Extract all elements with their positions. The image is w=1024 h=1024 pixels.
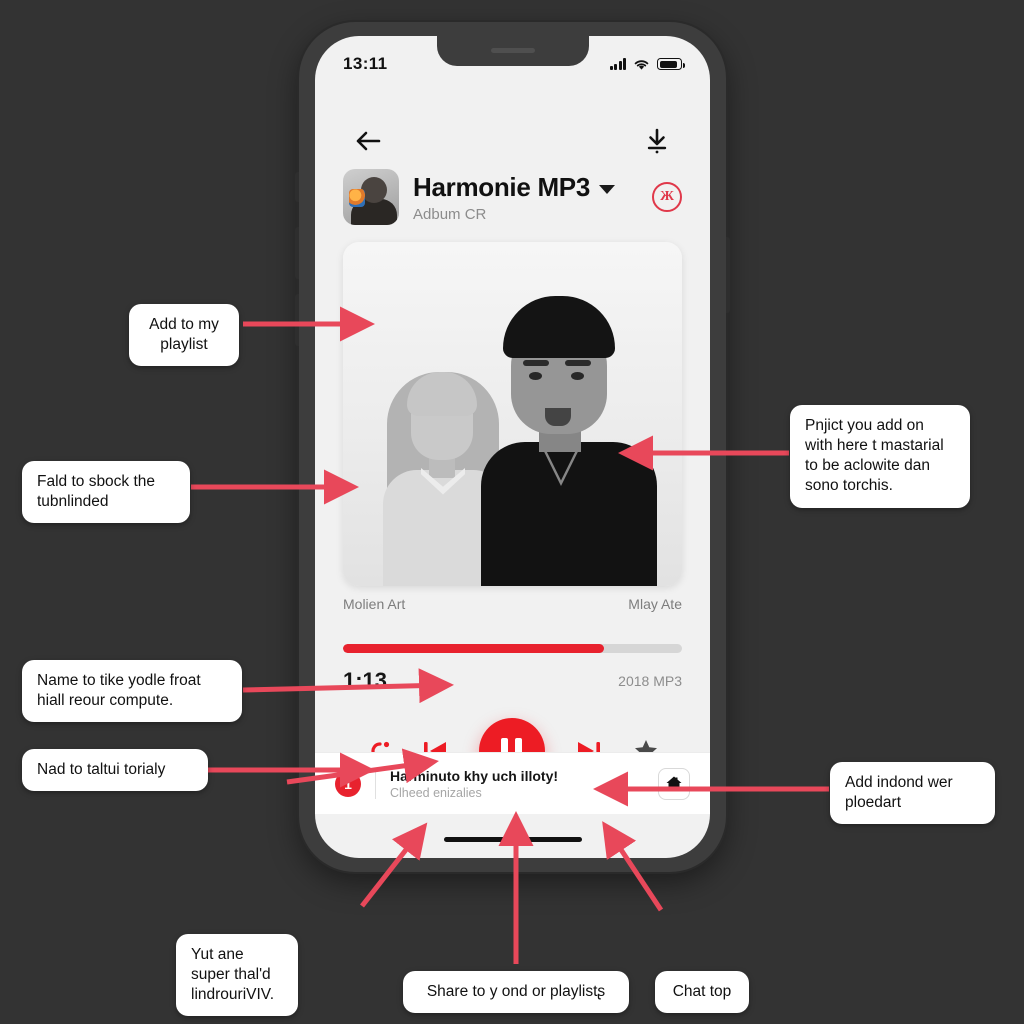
callout-add-to-my-playlist: Add to my playlist: [129, 304, 239, 367]
title-line: Harmonie MP3: [413, 172, 638, 203]
now-playing-text: Harminuto khy uch illoty! Clheed enizali…: [390, 768, 644, 800]
phone-button-volume-down[interactable]: [295, 294, 299, 346]
callout-add-indond-wer: Add indond wer ploedart: [830, 762, 995, 825]
callout-nad-to-talt: Nad to taltui torialy: [22, 749, 208, 792]
callout-share-to-playlist: Share to y ond or playlistʂ: [403, 971, 629, 1014]
download-icon[interactable]: [640, 124, 674, 158]
artwork-person-right: [481, 296, 657, 586]
status-time: 13:11: [343, 54, 388, 73]
avatar-flower-decoration: [349, 189, 365, 207]
earpiece-speaker: [490, 48, 535, 53]
page-title: Harmonie MP3: [413, 171, 591, 202]
format-label: 2018 MP3: [618, 673, 682, 689]
current-time: 1:13: [343, 668, 388, 693]
callout-fald-to-sbock: Fald to sbock the tubnlinded: [22, 461, 190, 524]
callout-name-to-tike: Name to tike yodle froat hiall reour com…: [22, 660, 242, 723]
arrow-left-icon[interactable]: [351, 124, 385, 158]
time-row: 1:13 2018 MP3: [343, 668, 682, 694]
progress-bar[interactable]: [343, 644, 682, 653]
callout-yut-ane-super: Yut ane super thal'd lindrouriVIV.: [176, 934, 298, 1017]
track-header: Harmonie MP3 Adbum CR Ж: [315, 169, 710, 225]
progress-fill: [343, 644, 605, 653]
now-playing-subtitle: Clheed enizalies: [390, 785, 482, 800]
wifi-icon: [634, 59, 649, 70]
signal-bars-icon: [609, 58, 626, 70]
album-subtitle: Adbum CR: [413, 205, 487, 223]
status-badge[interactable]: Ж: [652, 182, 682, 212]
status-icons: [609, 58, 685, 71]
now-playing-bar[interactable]: 1 Harminuto khy uch illoty! Clheed eniza…: [315, 752, 710, 814]
callout-pnjict-you-add: Pnjict you add on with here t mastarial …: [790, 405, 970, 508]
phone-button-silent[interactable]: [295, 172, 299, 202]
meta-left-label: Molien Art: [343, 596, 406, 612]
album-artwork[interactable]: [343, 242, 682, 586]
title-column: Harmonie MP3 Adbum CR: [413, 172, 638, 223]
home-icon[interactable]: [658, 767, 690, 800]
phone-button-volume-up[interactable]: [295, 227, 299, 279]
phone-frame: 13:11 Harmonie MP3 Adbum CR Ж Molien Art…: [295, 22, 730, 872]
meta-right-label: Mlay Ate: [628, 596, 682, 612]
home-indicator: [443, 836, 582, 842]
screenshot-root: 13:11 Harmonie MP3 Adbum CR Ж Molien Art…: [0, 0, 1024, 1024]
track-meta-row: Molien Art Mlay Ate: [343, 596, 682, 612]
nav-row: [315, 124, 710, 158]
divider: [375, 768, 376, 799]
notch: [436, 36, 589, 66]
notification-count-badge: 1: [335, 770, 361, 797]
artist-avatar[interactable]: [343, 169, 399, 225]
battery-icon: [657, 58, 685, 70]
now-playing-title: Harminuto khy uch illoty!: [390, 767, 559, 784]
phone-screen: 13:11 Harmonie MP3 Adbum CR Ж Molien Art…: [315, 36, 710, 858]
callout-chat-top: Chat top: [655, 971, 749, 1014]
chevron-down-icon[interactable]: [599, 184, 616, 194]
phone-button-power[interactable]: [726, 237, 730, 313]
